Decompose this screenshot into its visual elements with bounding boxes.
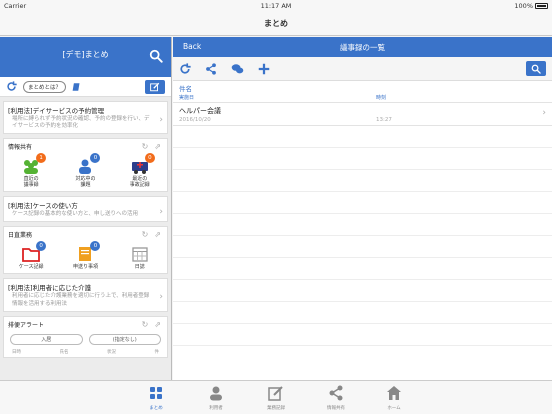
tab-bar: まとめ 利用者 業務記録 情報共有 ホーム (0, 380, 552, 414)
daily-duty-section: 日直業務 ↻ ⇗ 0 ケース記録 0 申送り事項 日誌 (3, 226, 168, 275)
status-bar: Carrier 11:17 AM 100% (0, 0, 552, 12)
tab-home[interactable]: ホーム (374, 385, 414, 411)
add-icon[interactable] (258, 63, 270, 75)
chevron-right-icon: › (542, 108, 546, 118)
item-time: 13:27 (376, 117, 392, 123)
battery-icon (535, 3, 548, 9)
edit-button[interactable] (145, 79, 165, 94)
search-button[interactable] (526, 61, 546, 76)
search-icon (531, 64, 541, 74)
sidebar-title: [デモ]まとめ (62, 50, 109, 59)
detail-title: 議事録の一覧 (340, 43, 385, 52)
card-title: [利用法]利用者に応じた介護 (8, 284, 92, 293)
bowel-alert-section: 排便アラート ↻ ⇗ 入居 (指定なし) 日時 氏名 状況 件 (3, 315, 168, 358)
empty-row (173, 324, 552, 346)
sidebar-toolbar: まとめとは？ (0, 77, 171, 97)
chevron-right-icon: › (159, 114, 163, 125)
tab-users[interactable]: 利用者 (196, 385, 236, 411)
empty-row (173, 170, 552, 192)
empty-row (173, 126, 552, 148)
column-time: 時刻 (376, 95, 387, 101)
empty-row (173, 258, 552, 280)
book-icon[interactable] (72, 82, 82, 92)
grid-icon (150, 387, 162, 399)
card-daycare-reservation[interactable]: [利用法]デイサービスの予約管理 場所に縛られず予約状況の確認、予約の登録を行い… (3, 101, 168, 135)
external-link-icon[interactable]: ⇗ (154, 320, 161, 329)
calendar-icon (132, 247, 148, 263)
home-icon (387, 386, 401, 400)
tile-handover[interactable]: 0 申送り事項 (60, 241, 110, 270)
badge: 0 (144, 153, 155, 164)
tile-recent-accidents[interactable]: 0 最近の 事故記録 (115, 153, 165, 188)
tab-info-share[interactable]: 情報共有 (316, 385, 356, 411)
empty-row (173, 302, 552, 324)
item-title: ヘルパー会議 (179, 107, 221, 115)
tile-recent-minutes[interactable]: 1 直近の 議事録 (6, 153, 56, 188)
badge: 0 (90, 153, 101, 164)
filter-select[interactable]: (指定なし) (88, 333, 161, 345)
item-date: 2016/10/20 (179, 117, 211, 123)
tab-summary[interactable]: まとめ (136, 385, 176, 411)
minutes-list-pane: Back 議事録の一覧 件名 実施日 時刻 ヘルパー会議 2016/10/20 … (173, 37, 552, 380)
pencil-icon (268, 386, 283, 401)
clock: 11:17 AM (260, 2, 292, 10)
reload-icon[interactable]: ↻ (142, 320, 149, 329)
refresh-icon[interactable] (6, 81, 17, 92)
share-icon[interactable] (205, 62, 217, 75)
badge: 0 (90, 241, 101, 252)
badge: 0 (36, 241, 47, 252)
card-title: [利用法]ケースの使い方 (8, 202, 78, 211)
info-sharing-section: 情報共有 ↻ ⇗ 1 直近の 議事録 0 対応中の 課題 0 最近の 事故記録 (3, 138, 168, 193)
empty-row (173, 236, 552, 258)
residence-select[interactable]: 入居 (10, 333, 83, 345)
nav-title: まとめ (0, 12, 552, 36)
tile-open-issues[interactable]: 0 対応中の 課題 (60, 153, 110, 188)
card-desc: 利用者に応じた介護業務を適切に行う上で、利用者登録情報を活用する利用法 (12, 293, 150, 307)
reload-icon[interactable]: ↻ (142, 142, 149, 151)
card-title: [利用法]デイサービスの予約管理 (8, 107, 105, 115)
list-column-header: 件名 実施日 時刻 (173, 81, 552, 103)
list-toolbar (173, 57, 552, 81)
detail-header: Back 議事録の一覧 (173, 37, 552, 57)
about-button[interactable]: まとめとは？ (23, 80, 67, 93)
reload-icon[interactable]: ↻ (142, 230, 149, 239)
badge: 1 (36, 153, 47, 164)
column-subject: 件名 (179, 85, 192, 93)
card-desc: ケース記録の基本的な使い方と、申し送りへの活用 (12, 211, 139, 218)
share-icon (329, 385, 343, 401)
card-desc: 場所に縛られず予約状況の確認、予約の登録を行い、デイサービスの予約を効率化 (12, 116, 150, 130)
column-date: 実施日 (179, 95, 195, 101)
card-case-usage[interactable]: [利用法]ケースの使い方 ケース記録の基本的な使い方と、申し送りへの活用 › (3, 196, 168, 223)
external-link-icon[interactable]: ⇗ (154, 142, 161, 151)
person-icon (210, 386, 222, 401)
tab-records[interactable]: 業務記録 (256, 385, 296, 411)
sidebar-header: [デモ]まとめ (0, 37, 171, 77)
chevron-right-icon: › (159, 206, 163, 217)
external-link-icon[interactable]: ⇗ (154, 230, 161, 239)
chevron-right-icon: › (159, 291, 163, 302)
edit-icon (150, 82, 160, 91)
search-icon[interactable] (149, 49, 163, 63)
empty-row (173, 148, 552, 170)
tile-case-record[interactable]: 0 ケース記録 (6, 241, 56, 270)
empty-row (173, 214, 552, 236)
comments-icon[interactable] (231, 63, 244, 75)
list-item[interactable]: ヘルパー会議 2016/10/20 13:27 › (173, 103, 552, 126)
summary-sidebar: [デモ]まとめ まとめとは？ [利用法]デイサービスの予約管理 場所に縛られず予… (0, 37, 172, 380)
empty-row (173, 280, 552, 302)
refresh-icon[interactable] (179, 62, 191, 75)
tile-diary[interactable]: 日誌 (115, 246, 165, 270)
card-individual-care[interactable]: [利用法]利用者に応じた介護 利用者に応じた介護業務を適切に行う上で、利用者登録… (3, 278, 168, 312)
empty-row (173, 192, 552, 214)
